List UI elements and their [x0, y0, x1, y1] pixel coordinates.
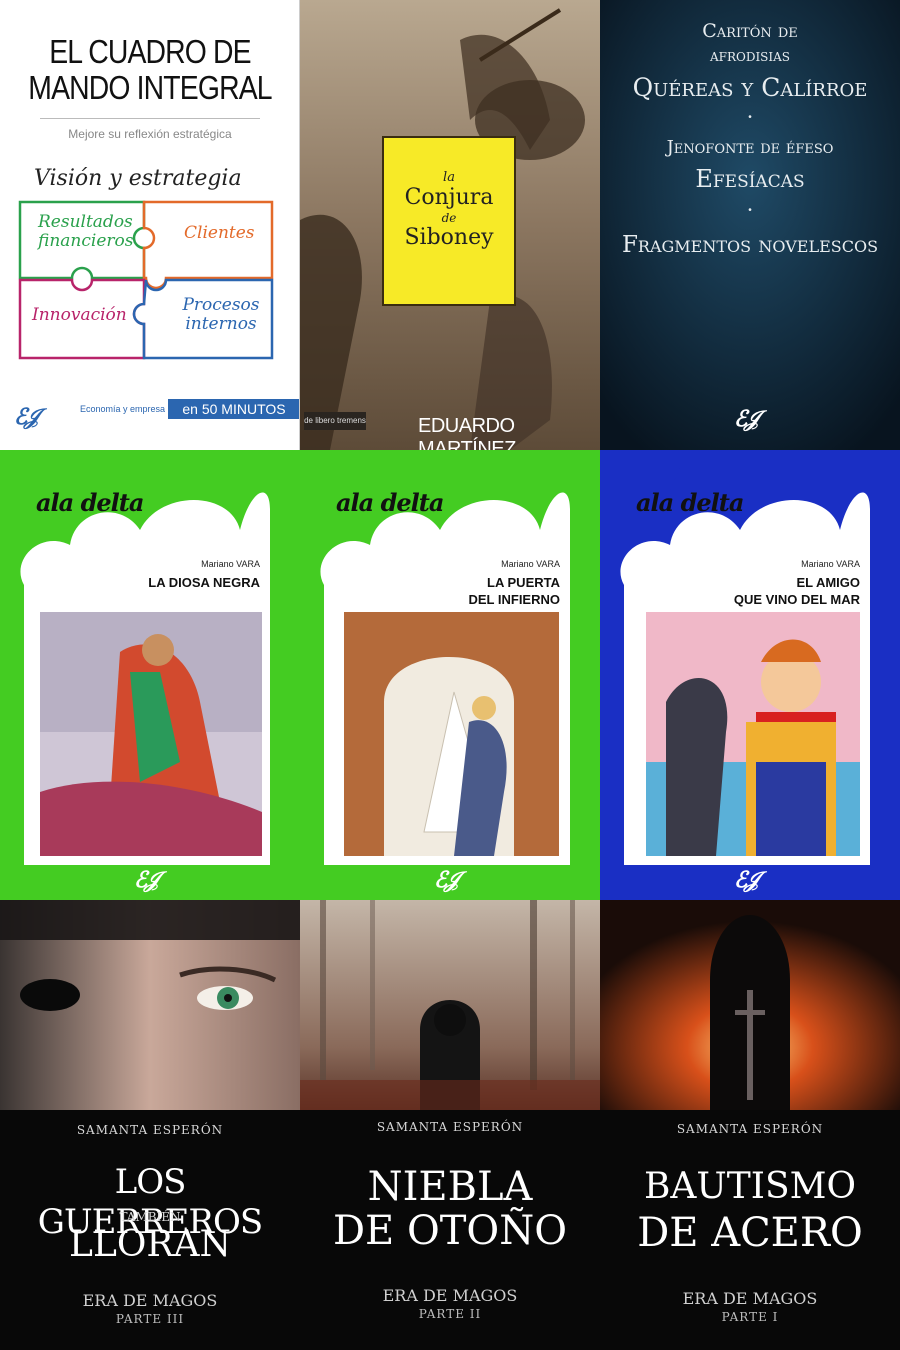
book-cover-queras-calirroe[interactable]: Caritón de afrodisias Quéreas y Calírroe… [600, 0, 900, 450]
title-line-1: NIEBLA [367, 1164, 533, 1210]
series-badge: en 50 MINUTOS [168, 399, 299, 419]
series-part: PARTE II [418, 1307, 482, 1321]
separator-dot: • [748, 112, 752, 123]
title-line-3: LLORAN [69, 1224, 231, 1265]
series-part: PARTE III [115, 1312, 185, 1326]
leather-texture [600, 0, 900, 450]
series-name: ERA DE MAGOS [382, 1286, 518, 1305]
separator-dot: • [748, 205, 752, 216]
title-line-2: DE ACERO [637, 1210, 863, 1256]
cover-author: SAMANTA ESPERÓN [76, 1123, 224, 1137]
cover-author: SAMANTA ESPERÓN [676, 1122, 824, 1136]
foggy-forest-photo [300, 900, 600, 1110]
cover-title: EL CUADRO DE MANDO INTEGRAL [28, 33, 272, 106]
book-cover-puerta-infierno[interactable]: ala delta Mariano VARA LA PUERTA DEL INF… [300, 450, 600, 900]
book-cover-niebla-otono[interactable]: SAMANTA ESPERÓN NIEBLA DE OTOÑO ERA DE M… [300, 900, 600, 1350]
series-name: ERA DE MAGOS [82, 1291, 218, 1310]
piece-procesos: Procesos internos [182, 295, 260, 334]
piece-resultados: Resultados financieros [38, 212, 134, 251]
cover-author: Mariano VARA [501, 559, 560, 569]
cover-title: LA DIOSA NEGRA [148, 575, 260, 590]
author-1: Caritón de [702, 20, 798, 42]
publisher-logo: ℰ𝒥 [14, 404, 39, 430]
piece-innovacion: Innovación [32, 305, 127, 325]
publisher-logo: ℰ𝒥 [134, 867, 159, 893]
hooded-figure-photo [600, 900, 900, 1110]
divider [40, 118, 260, 119]
title-3: Fragmentos novelescos [621, 232, 879, 258]
publisher-badge: de libero tremens [304, 412, 366, 430]
title-line-2: TAMBIÉN [119, 1210, 181, 1224]
illustration-doorway [344, 612, 559, 856]
book-cover-conjura-siboney[interactable]: la Conjura de Siboney de libero tremens … [300, 0, 600, 450]
cover-title: LA PUERTA DEL INFIERNO [468, 575, 561, 607]
series-part: PARTE I [721, 1310, 779, 1324]
title-line-2: DE OTOÑO [332, 1208, 568, 1254]
book-cover-bautismo-acero[interactable]: SAMANTA ESPERÓN BAUTISMO DE ACERO ERA DE… [600, 900, 900, 1350]
author-2: Jenofonte de éfeso [666, 137, 834, 158]
title-line-1: BAUTISMO [643, 1166, 857, 1207]
series-brand: ala delta [636, 488, 744, 517]
eyes-photo [0, 900, 300, 1110]
series-name: ERA DE MAGOS [682, 1289, 818, 1308]
cover-author: Mariano VARA [201, 559, 260, 569]
illustration-musician [40, 612, 262, 856]
series-brand: ala delta [336, 488, 444, 517]
title-label: la Conjura de Siboney [382, 136, 516, 306]
book-cover-grid: EL CUADRO DE MANDO INTEGRAL Mejore su re… [0, 0, 900, 1350]
publisher-logo: ℰ𝒥 [734, 867, 759, 893]
book-cover-diosa-negra[interactable]: ala delta Mariano VARA LA DIOSA NEGRA ℰ𝒥 [0, 450, 300, 900]
series-label: Economía y empresa [80, 404, 166, 414]
cover-author: EDUARDO MARTÍNEZ [418, 415, 516, 450]
cover-author: Mariano VARA [801, 559, 860, 569]
book-cover-amigo-del-mar[interactable]: ala delta Mariano VARA EL AMIGO QUE VINO… [600, 450, 900, 900]
title-1: Quéreas y Calírroe [632, 73, 868, 102]
cover-title: EL AMIGO QUE VINO DEL MAR [733, 575, 860, 607]
publisher-logo: ℰ𝒥 [434, 867, 459, 893]
illustration-boy-seal [646, 612, 860, 856]
series-brand: ala delta [36, 488, 144, 517]
book-cover-guerreros-lloran[interactable]: SAMANTA ESPERÓN LOS GUERREROS TAMBIÉN LL… [0, 900, 300, 1350]
puzzle-heading: Visión y estrategia [34, 166, 242, 191]
publisher-logo: ℰ𝒥 [734, 406, 759, 432]
piece-clientes: Clientes [184, 223, 255, 243]
cover-subtitle: Mejore su reflexión estratégica [68, 127, 232, 141]
book-cover-cuadro-de-mando[interactable]: EL CUADRO DE MANDO INTEGRAL Mejore su re… [0, 0, 300, 450]
cover-author: SAMANTA ESPERÓN [376, 1120, 524, 1134]
author-1-city: afrodisias [709, 46, 791, 66]
title-2: Efesíacas [695, 165, 805, 193]
